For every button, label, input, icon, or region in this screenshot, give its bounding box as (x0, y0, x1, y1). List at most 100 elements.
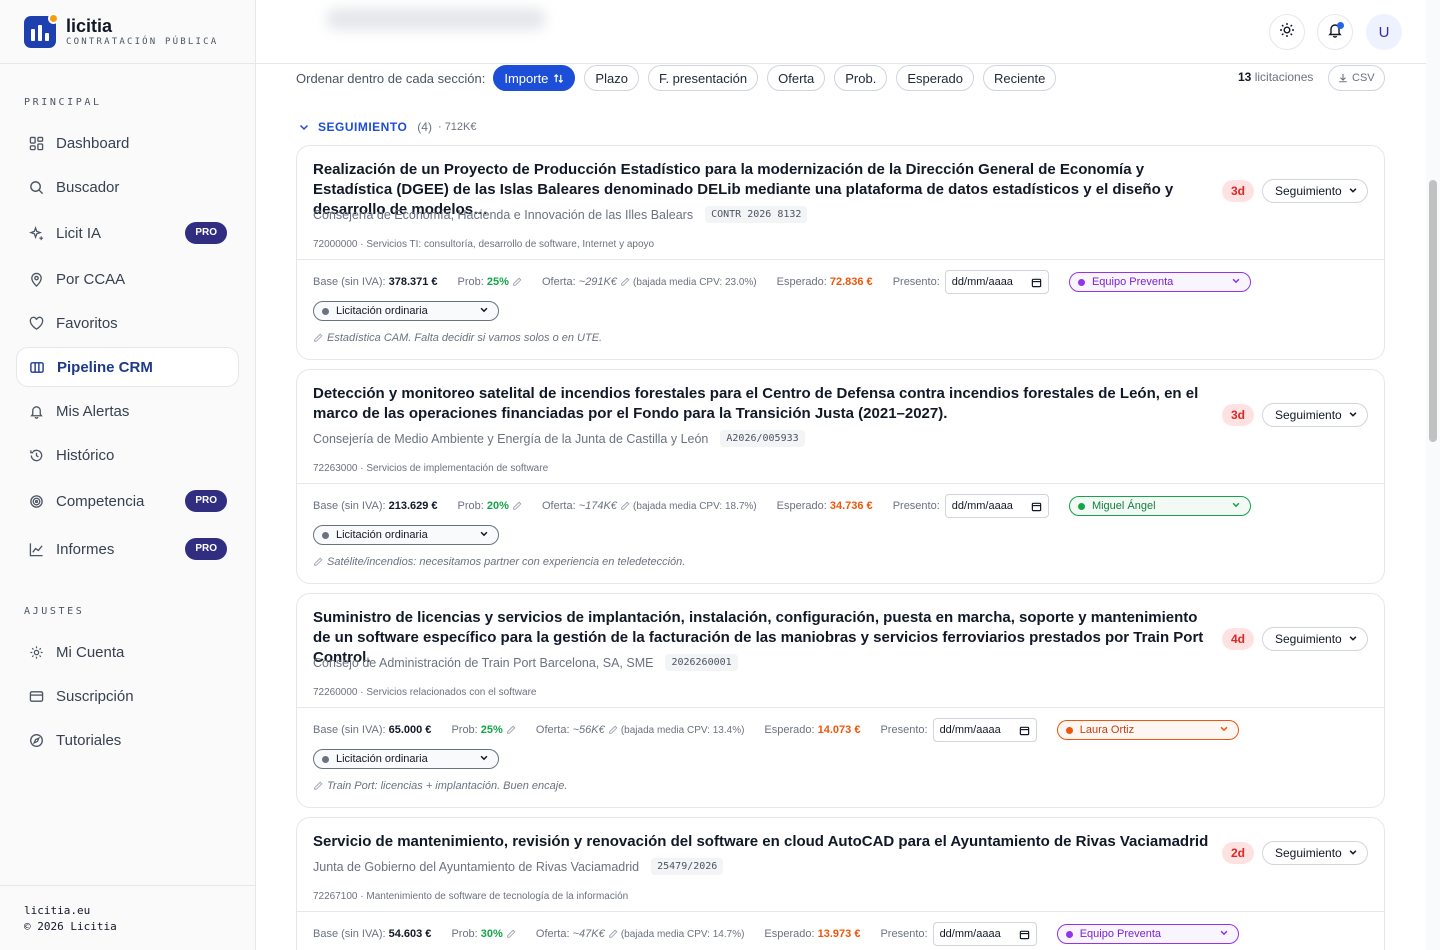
sidebar-item-favoritos[interactable]: Favoritos (16, 303, 239, 343)
target-icon (28, 493, 44, 509)
sort-option-plazo[interactable]: Plazo (584, 65, 639, 91)
sidebar-item-mi-cuenta[interactable]: Mi Cuenta (16, 632, 239, 672)
sidebar-item-competencia[interactable]: Competencia PRO (16, 481, 239, 521)
sort-option-importe[interactable]: Importe (493, 65, 576, 91)
prob-value[interactable]: 25% (487, 276, 509, 288)
sidebar-item-buscador[interactable]: Buscador (16, 167, 239, 207)
edit-pencil-icon[interactable] (620, 501, 630, 511)
presentation-date-input[interactable]: dd/mm/aaaa (944, 494, 1049, 518)
sort-option-prob[interactable]: Prob. (834, 65, 888, 91)
stage-select[interactable]: Seguimiento (1262, 403, 1368, 427)
scrollbar[interactable] (1426, 0, 1440, 950)
oferta-value[interactable]: ~174K€ (579, 500, 617, 512)
sidebar-item-label: Histórico (56, 446, 115, 464)
oferta-value[interactable]: ~47K€ (573, 928, 605, 940)
top-bar: U (256, 0, 1440, 64)
main-nav: Dashboard Buscador Licit IA PRO Por CCAA… (16, 123, 239, 569)
tender-card[interactable]: Realización de un Proyecto de Producción… (296, 145, 1385, 360)
base-value: 65.000 € (388, 724, 432, 736)
assignee-dot (1077, 503, 1085, 510)
sidebar-item-dashboard[interactable]: Dashboard (16, 123, 239, 163)
prob-value[interactable]: 20% (487, 500, 509, 512)
sort-option-f-presentacion[interactable]: F. presentación (647, 65, 759, 91)
presentation-date-input[interactable]: dd/mm/aaaa (932, 922, 1037, 946)
stage-select[interactable]: Seguimiento (1262, 627, 1368, 651)
procedure-type-select[interactable]: Licitación ordinaria (313, 301, 499, 321)
section-header-seguimiento[interactable]: SEGUIMIENTO (4) · 712K€ (298, 120, 477, 134)
pro-badge: PRO (185, 538, 227, 560)
licitia-logo-icon (24, 12, 59, 48)
assignee-select[interactable]: Laura Ortiz (1056, 720, 1239, 740)
edit-pencil-icon[interactable] (506, 725, 516, 735)
presentado-label: Presento: (892, 500, 940, 512)
card-note[interactable]: Satélite/incendios: necesitamos partner … (313, 556, 685, 568)
assignee-select[interactable]: Equipo Preventa (1056, 924, 1239, 944)
procedure-type-select[interactable]: Licitación ordinaria (313, 525, 499, 545)
tender-card[interactable]: Detección y monitoreo satelital de incen… (296, 369, 1385, 584)
section-count: (4) (417, 120, 432, 134)
footer-site[interactable]: licitia.eu (24, 903, 231, 919)
edit-pencil-icon[interactable] (512, 277, 522, 287)
edit-pencil-icon (313, 557, 323, 567)
theme-toggle-button[interactable] (1269, 14, 1305, 50)
assignee-select[interactable]: Equipo Preventa (1068, 272, 1251, 292)
sidebar-item-pipeline-crm[interactable]: Pipeline CRM (16, 347, 239, 387)
avatar[interactable]: U (1366, 14, 1402, 50)
days-left-badge: 3d (1222, 404, 1254, 426)
sidebar-item-label: Tutoriales (56, 731, 122, 749)
date-placeholder: dd/mm/aaaa (939, 724, 1001, 736)
edit-pencil-icon[interactable] (608, 725, 618, 735)
procedure-type-select[interactable]: Licitación ordinaria (313, 749, 499, 769)
edit-pencil-icon[interactable] (620, 277, 630, 287)
reference-code: 25479/2026 (651, 858, 724, 875)
footer-copyright: © 2026 Licitia (24, 920, 117, 933)
card-note[interactable]: Train Port: licencias + implantación. Bu… (313, 780, 567, 792)
assignee-select[interactable]: Miguel Ángel (1068, 496, 1251, 516)
stage-select[interactable]: Seguimiento (1262, 841, 1368, 865)
oferta-value[interactable]: ~291K€ (579, 276, 617, 288)
presentation-date-input[interactable]: dd/mm/aaaa (932, 718, 1037, 742)
note-text: Satélite/incendios: necesitamos partner … (327, 556, 686, 568)
assignee-value: Equipo Preventa (1091, 276, 1174, 288)
section-name: SEGUIMIENTO (318, 120, 408, 134)
bajada-cpv: (bajada media CPV: 13.4%) (620, 724, 745, 736)
sidebar-item-suscripcion[interactable]: Suscripción (16, 676, 239, 716)
sidebar-item-tutoriales[interactable]: Tutoriales (16, 720, 239, 760)
prob-value[interactable]: 25% (481, 724, 503, 736)
sort-option-oferta[interactable]: Oferta (767, 65, 826, 91)
export-csv-button[interactable]: CSV (1328, 65, 1385, 91)
edit-pencil-icon[interactable] (608, 929, 618, 939)
esperado-value: 13.973 € (817, 928, 861, 940)
tender-card[interactable]: Suministro de licencias y servicios de i… (296, 593, 1385, 808)
stage-select[interactable]: Seguimiento (1262, 179, 1368, 203)
scrollbar-thumb[interactable] (1429, 180, 1437, 442)
presentation-date-input[interactable]: dd/mm/aaaa (944, 270, 1049, 294)
brand[interactable]: licitia CONTRATACIÓN PÚBLICA (0, 0, 255, 64)
sort-label: Ordenar dentro de cada sección: (296, 70, 486, 86)
prob-value[interactable]: 30% (481, 928, 503, 940)
blurred-page-title (326, 8, 546, 30)
calendar-icon (1019, 929, 1030, 940)
sort-option-esperado[interactable]: Esperado (896, 65, 974, 91)
edit-pencil-icon[interactable] (506, 929, 516, 939)
note-text: Estadística CAM. Falta decidir si vamos … (327, 332, 603, 344)
tender-title[interactable]: Servicio de mantenimiento, revisión y re… (313, 832, 1213, 852)
kanban-icon (29, 359, 45, 375)
sidebar-item-por-ccaa[interactable]: Por CCAA (16, 259, 239, 299)
sidebar-item-mis-alertas[interactable]: Mis Alertas (16, 391, 239, 431)
days-left-badge: 3d (1222, 180, 1254, 202)
edit-pencil-icon[interactable] (512, 501, 522, 511)
sidebar-item-historico[interactable]: Histórico (16, 435, 239, 475)
sidebar-item-informes[interactable]: Informes PRO (16, 529, 239, 569)
oferta-value[interactable]: ~56K€ (573, 724, 605, 736)
pro-badge: PRO (185, 222, 227, 244)
tender-card[interactable]: Servicio de mantenimiento, revisión y re… (296, 817, 1385, 950)
sort-option-reciente[interactable]: Reciente (982, 65, 1057, 91)
sidebar-item-licit-ia[interactable]: Licit IA PRO (16, 213, 239, 253)
card-note[interactable]: Estadística CAM. Falta decidir si vamos … (313, 332, 602, 344)
oferta-label: Oferta: (542, 276, 576, 288)
notifications-button[interactable] (1317, 14, 1353, 50)
stage-value: Seguimiento (1275, 184, 1342, 198)
tender-title[interactable]: Detección y monitoreo satelital de incen… (313, 384, 1213, 424)
heart-icon (28, 315, 44, 331)
